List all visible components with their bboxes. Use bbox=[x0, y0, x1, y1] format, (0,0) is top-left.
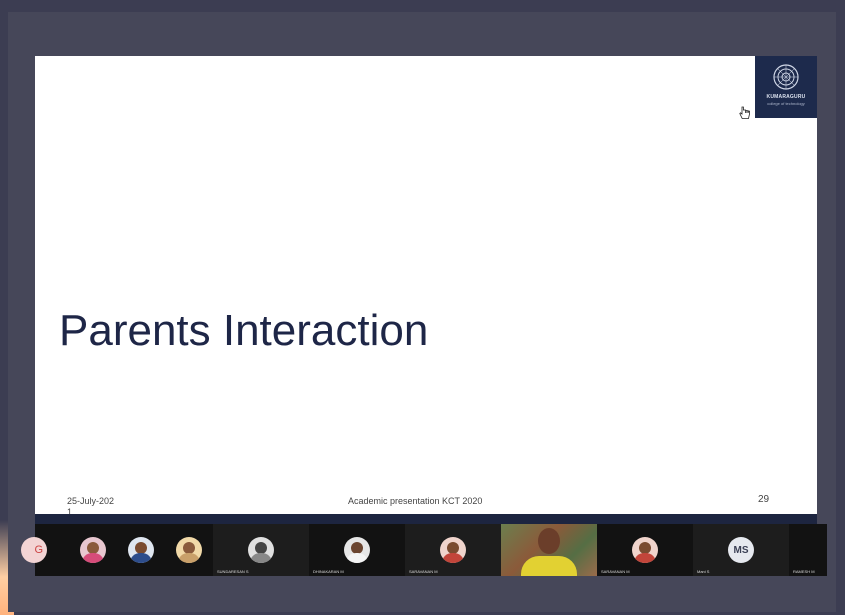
participant-name: Mani S bbox=[697, 569, 710, 574]
slide-page-number: 29 bbox=[758, 494, 770, 505]
participant-tile[interactable]: RAMESH M bbox=[789, 524, 827, 576]
participant-tile[interactable]: DHINAKARAN M bbox=[309, 524, 405, 576]
participant-name: SARAVANAN M bbox=[409, 569, 438, 574]
participant-tile[interactable] bbox=[165, 524, 213, 576]
active-speaker-video[interactable] bbox=[501, 524, 597, 576]
logo-text: KUMARAGURU bbox=[766, 94, 806, 100]
avatar bbox=[248, 537, 274, 563]
participant-tile[interactable] bbox=[69, 524, 117, 576]
avatar bbox=[632, 537, 658, 563]
participant-name: RAMESH M bbox=[793, 569, 815, 574]
avatar bbox=[128, 537, 154, 563]
participant-name: DHINAKARAN M bbox=[313, 569, 344, 574]
participant-tile[interactable]: MS Mani S bbox=[693, 524, 789, 576]
participant-tile[interactable] bbox=[117, 524, 165, 576]
slide-bottom-band bbox=[35, 514, 817, 524]
avatar bbox=[344, 537, 370, 563]
presentation-slide: KUMARAGURU college of technology Parents… bbox=[35, 56, 817, 517]
logo-subtext: college of technology bbox=[767, 101, 805, 106]
participant-initial-avatar: G bbox=[21, 537, 47, 563]
slide-title: Parents Interaction bbox=[59, 306, 429, 355]
participant-name: SARAVANAN M bbox=[601, 569, 630, 574]
avatar bbox=[176, 537, 202, 563]
hand-cursor-icon bbox=[739, 106, 750, 119]
participant-tile[interactable]: SUNDARESAN S bbox=[213, 524, 309, 576]
participant-name: SUNDARESAN S bbox=[217, 569, 249, 574]
participant-strip: G SUNDARESAN S DHINAKARAN M SARAVANAN M bbox=[21, 524, 827, 576]
participant-tile[interactable]: G bbox=[21, 524, 69, 576]
participant-initials-avatar: MS bbox=[728, 537, 754, 563]
college-logo: KUMARAGURU college of technology bbox=[755, 56, 817, 118]
avatar bbox=[440, 537, 466, 563]
emblem-icon bbox=[773, 64, 799, 90]
participant-tile[interactable]: SARAVANAN M bbox=[405, 524, 501, 576]
avatar bbox=[80, 537, 106, 563]
slide-footer-center: Academic presentation KCT 2020 bbox=[348, 496, 483, 506]
participant-tile[interactable]: SARAVANAN M bbox=[597, 524, 693, 576]
